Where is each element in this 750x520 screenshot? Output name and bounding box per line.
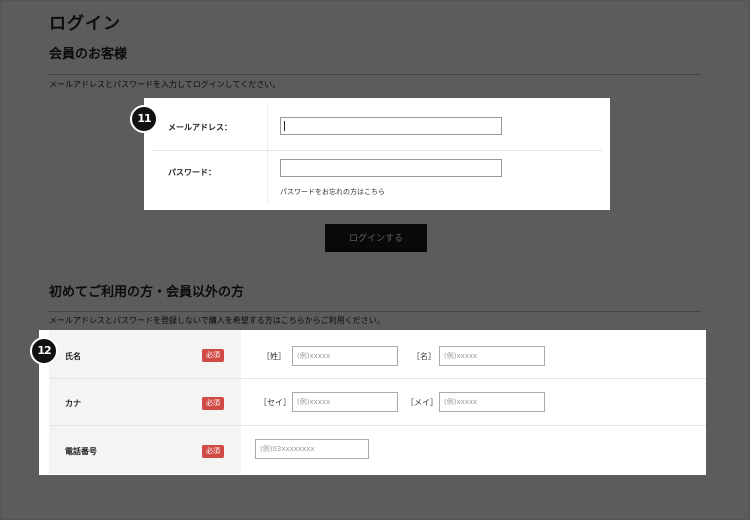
phone-label-cell: 電話番号 必須 [49,426,241,474]
required-badge: 必須 [202,349,224,362]
email-row: メールアドレス： [152,104,602,151]
guest-registration-form: 氏名 必須 ［姓］ (例)xxxxx ［名］ (例)xxxxx カナ 必須 ［セ… [39,330,706,475]
first-kana-bracket: ［メイ］ [406,398,438,407]
member-section-note: メールアドレスとパスワードを入力してログインしてください。 [49,80,281,89]
login-button[interactable]: ログインする [325,224,427,252]
annotation-marker-11: 11 [130,105,158,133]
first-kana-field[interactable]: (例)xxxxx [439,392,545,412]
last-kana-bracket: ［セイ］ [259,398,291,407]
login-page: ログイン 会員のお客様 メールアドレスとパスワードを入力してログインしてください… [0,0,750,520]
first-name-bracket: ［名］ [412,352,436,361]
kana-row: カナ 必須 ［セイ］ (例)xxxxx ［メイ］ (例)xxxxx [49,379,706,426]
name-label-cell: 氏名 必須 [49,330,241,378]
login-form: メールアドレス： パスワード： パスワードをお忘れの方はこちら [144,98,610,210]
member-divider [49,74,701,75]
last-kana-field[interactable]: (例)xxxxx [292,392,398,412]
password-field[interactable] [280,159,502,177]
guest-divider [49,311,701,312]
name-label: 氏名 [65,352,81,361]
last-name-bracket: ［姓］ [262,352,286,361]
guest-section-note: メールアドレスとパスワードを登録しないで購入を希望する方はこちらからご利用くださ… [49,316,385,325]
kana-label-cell: カナ 必須 [49,379,241,425]
email-field[interactable] [280,117,502,135]
member-section-heading: 会員のお客様 [49,47,128,62]
required-badge: 必須 [202,397,224,410]
password-row-divider [267,151,268,203]
password-label: パスワード： [168,168,216,177]
page-title: ログイン [49,14,121,34]
annotation-marker-12: 12 [30,337,58,365]
required-badge: 必須 [202,445,224,458]
phone-field[interactable]: (例)03xxxxxxxx [255,439,369,459]
password-row: パスワード： パスワードをお忘れの方はこちら [152,151,602,203]
kana-label: カナ [65,399,81,408]
name-row: 氏名 必須 ［姓］ (例)xxxxx ［名］ (例)xxxxx [49,330,706,379]
forgot-password-link[interactable]: パスワードをお忘れの方はこちら [280,187,385,197]
last-name-field[interactable]: (例)xxxxx [292,346,398,366]
email-label: メールアドレス： [168,123,232,132]
guest-section-heading: 初めてご利用の方・会員以外の方 [49,285,245,300]
phone-label: 電話番号 [65,447,97,456]
first-name-field[interactable]: (例)xxxxx [439,346,545,366]
text-caret [284,121,285,131]
phone-row: 電話番号 必須 (例)03xxxxxxxx [49,426,706,474]
email-row-divider [267,104,268,150]
